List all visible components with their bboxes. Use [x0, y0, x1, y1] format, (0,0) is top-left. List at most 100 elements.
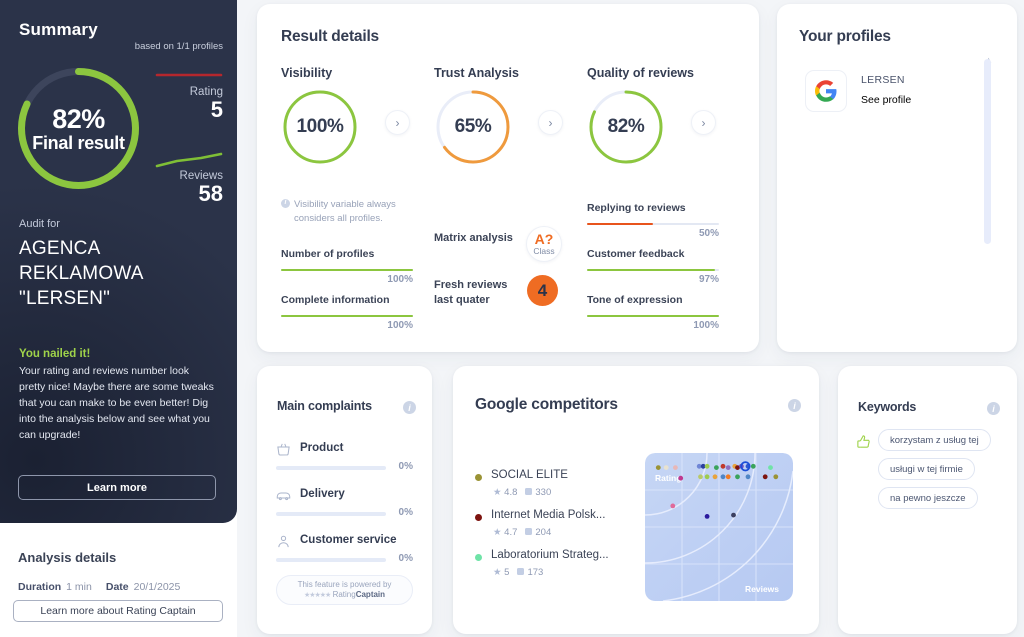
- metric-replying-to-reviews: Replying to reviews 50%: [587, 202, 719, 239]
- based-on-profiles-label: based on 1/1 profiles: [134, 41, 223, 52]
- truck-icon: [276, 488, 291, 503]
- visibility-expand-chevron-right-icon[interactable]: ›: [385, 110, 410, 135]
- scatter-point: [762, 474, 768, 480]
- scatter-point: [720, 463, 726, 469]
- google-logo-svg: [815, 80, 837, 102]
- profile-list-item[interactable]: LERSEN See profile: [805, 70, 975, 122]
- metric-bar: 100%: [587, 315, 719, 331]
- summary-card: Summary based on 1/1 profiles 82% Final …: [0, 0, 237, 523]
- thumbs-up-icon: [856, 434, 871, 449]
- scatter-point: [655, 465, 661, 470]
- date-label: Date: [105, 581, 129, 593]
- complaint-bar: [276, 512, 386, 516]
- metric-customer-feedback: Customer feedback 97%: [587, 248, 719, 285]
- result-column-trust-analysis: Trust Analysis 65% › Matrix analysis A? …: [434, 66, 594, 306]
- scatter-point: [704, 463, 710, 469]
- result-column-visibility: Visibility 100% › i Visibility variable …: [281, 66, 441, 331]
- competitor-color-dot: [475, 474, 482, 481]
- info-icon[interactable]: i: [403, 401, 416, 414]
- profile-name: LERSEN: [861, 74, 905, 86]
- verdict-body: Your rating and reviews number look pret…: [19, 365, 214, 441]
- metric-label: Complete information: [281, 294, 390, 306]
- metric-label: Tone of expression: [587, 294, 683, 306]
- visibility-value: 100%: [296, 116, 344, 137]
- keyword-chip[interactable]: na pewno jeszcze: [878, 487, 978, 509]
- keyword-chip[interactable]: usługi w tej firmie: [878, 458, 975, 480]
- scatter-point: [725, 465, 731, 470]
- competitor-reviews: 330: [535, 487, 552, 498]
- complaint-bar: [276, 558, 386, 562]
- metric-pct: 100%: [693, 320, 719, 331]
- competitor-color-dot: [475, 514, 482, 521]
- scatter-point: [725, 474, 731, 480]
- scatter-point: [720, 474, 726, 480]
- person-icon: [276, 534, 291, 549]
- visibility-note: i Visibility variable always considers a…: [281, 198, 411, 226]
- learn-more-rating-captain-button[interactable]: Learn more about Rating Captain: [13, 600, 223, 622]
- badge-label: Fresh reviews last quater: [434, 279, 508, 306]
- summary-title: Summary: [19, 20, 98, 39]
- metric-label: Customer feedback: [587, 248, 685, 260]
- trust-analysis-expand-chevron-right-icon[interactable]: ›: [538, 110, 563, 135]
- learn-more-button[interactable]: Learn more: [18, 475, 216, 500]
- sidebar: Summary based on 1/1 profiles 82% Final …: [0, 0, 237, 637]
- powered-by-badge: This feature is powered by ★★★★★ RatingC…: [276, 575, 413, 605]
- star-icon: ★: [493, 527, 502, 538]
- metric-fill: [281, 315, 413, 317]
- rating-value: 5: [210, 97, 223, 122]
- competitor-reviews: 204: [535, 527, 552, 538]
- reviews-sparkline: [155, 152, 223, 168]
- result-details-card: Result details Visibility 100% › i Visib…: [257, 4, 759, 352]
- metric-number-of-profiles: Number of profiles 100%: [281, 248, 413, 285]
- metric-bar: 100%: [281, 315, 413, 331]
- competitor-rating: 4.8: [504, 487, 518, 498]
- brand-rating: Rating: [332, 589, 356, 599]
- metric-bar: 50%: [587, 223, 719, 239]
- scatter-point: [670, 503, 676, 509]
- metric-label: Number of profiles: [281, 248, 375, 260]
- class-badge-value: A?: [534, 231, 554, 248]
- chart-ylabel: Rating: [655, 473, 681, 483]
- metric-pct: 100%: [387, 320, 413, 331]
- metric-fill: [587, 269, 716, 271]
- analysis-details-title: Analysis details: [18, 550, 117, 565]
- google-logo-icon: [805, 70, 847, 112]
- metric-bar: 100%: [281, 269, 413, 285]
- basket-icon: [276, 442, 291, 457]
- see-profile-link[interactable]: See profile: [861, 94, 911, 106]
- result-column-quality-of-reviews: Quality of reviews 82% › Replying to rev…: [587, 66, 747, 331]
- final-result-caption: Final result: [32, 132, 125, 153]
- quality-of-reviews-expand-chevron-right-icon[interactable]: ›: [691, 110, 716, 135]
- keyword-chip[interactable]: korzystam z usług tej: [878, 429, 991, 451]
- metric-bar: 97%: [587, 269, 719, 285]
- metric-pct: 50%: [698, 228, 719, 239]
- powered-by-brand: ★★★★★ RatingCaptain: [304, 590, 385, 601]
- rating-label: Rating: [189, 86, 223, 98]
- profiles-scrollbar[interactable]: [984, 59, 991, 244]
- competitor-name: SOCIAL ELITE: [491, 469, 568, 481]
- info-icon[interactable]: i: [987, 402, 1000, 415]
- metric-pct: 100%: [387, 274, 413, 285]
- trust-analysis-title: Trust Analysis: [434, 66, 519, 80]
- metric-fill: [587, 315, 719, 317]
- visibility-note-text: Visibility variable always considers all…: [294, 199, 396, 224]
- info-icon[interactable]: i: [788, 399, 801, 412]
- reviews-icon: [517, 568, 525, 575]
- reviews-icon: [525, 528, 533, 535]
- keywords-card: Keywords i korzystam z usług tej usługi …: [838, 366, 1017, 634]
- visibility-title: Visibility: [281, 66, 333, 80]
- scatter-point: [673, 465, 678, 470]
- brand-captain: Captain: [355, 589, 386, 599]
- metric-fill: [587, 223, 653, 225]
- main-complaints-title: Main complaints: [277, 399, 372, 413]
- complaint-pct: 0%: [398, 507, 413, 518]
- competitors-scatter-chart[interactable]: Rating Reviews: [645, 453, 793, 601]
- metric-pct: 97%: [698, 274, 719, 285]
- complaint-bar: [276, 466, 386, 470]
- trust-analysis-value: 65%: [454, 116, 492, 137]
- info-icon: i: [281, 199, 290, 208]
- duration-label: Duration: [18, 581, 62, 593]
- reviews-stat: Reviews 58: [118, 148, 223, 205]
- google-competitors-title: Google competitors: [475, 396, 618, 413]
- competitor-rating: 4.7: [504, 527, 518, 538]
